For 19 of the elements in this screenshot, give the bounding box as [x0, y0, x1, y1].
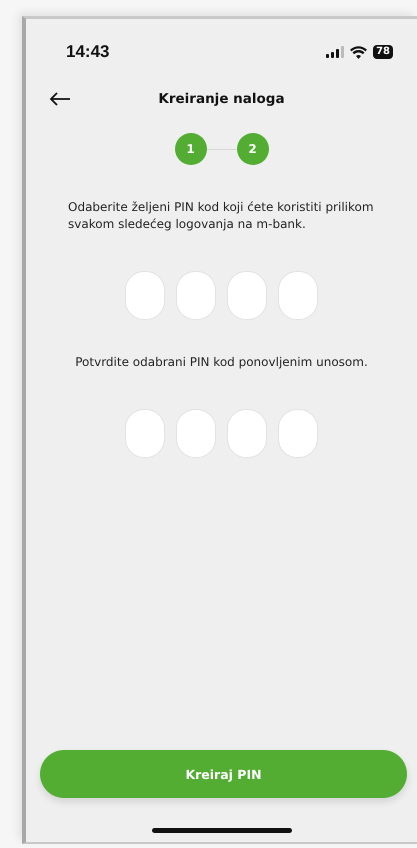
screen-title: Kreiranje naloga — [158, 91, 285, 107]
back-arrow-icon[interactable] — [49, 92, 71, 106]
wifi-icon — [350, 46, 368, 58]
pin-digit-field[interactable] — [227, 409, 267, 458]
pin-digit-field[interactable] — [278, 409, 318, 458]
status-time: 14:43 — [66, 42, 110, 62]
step-indicator: 2 — [236, 133, 268, 165]
create-pin-button[interactable]: Kreiraj PIN — [40, 750, 407, 798]
pin-digit-field[interactable] — [227, 271, 267, 320]
pin-digit-field[interactable] — [278, 271, 318, 320]
signal-icon — [326, 46, 344, 58]
battery-indicator: 78 — [373, 45, 393, 59]
pin-digit-field[interactable] — [125, 271, 165, 320]
step-indicator: 1 — [174, 133, 206, 165]
pin-digit-field[interactable] — [176, 271, 216, 320]
instruction-text: Potvrdite odabrani PIN kod ponovljenim unosom. — [74, 354, 369, 371]
pin-digit-field[interactable] — [176, 409, 216, 458]
pin-digit-field[interactable] — [125, 409, 165, 458]
instruction-text: Odaberite željeni PIN kod koji ćete koristiti prilikom svakom sledećeg logovanja na m-bank. — [67, 199, 375, 233]
